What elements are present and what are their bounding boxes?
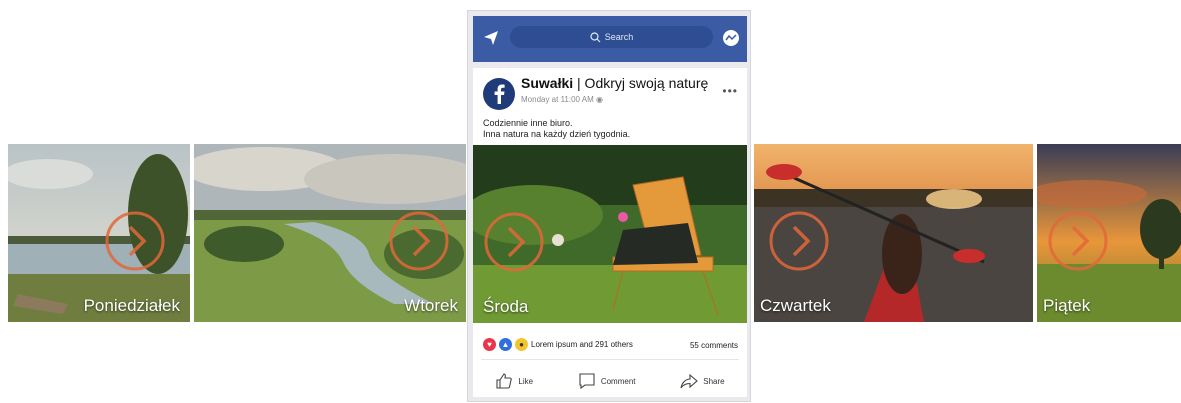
facebook-header: Search <box>473 16 747 62</box>
facebook-post-mockup: Search Suwałki | Odkryj swoją naturę Mon… <box>467 10 751 402</box>
search-input[interactable]: Search <box>510 26 713 48</box>
love-reaction-icon: ♥ <box>483 338 496 351</box>
globe-icon: ◉ <box>596 95 604 104</box>
comment-label: Comment <box>600 376 636 386</box>
send-icon[interactable] <box>483 30 499 46</box>
day-label: Poniedziałek <box>83 296 180 315</box>
like-button[interactable]: Like <box>495 372 533 390</box>
day-tile-thursday[interactable]: Czwartek <box>754 144 1033 322</box>
reactions-text: Lorem ipsum and 291 others <box>531 340 633 349</box>
search-placeholder: Search <box>604 32 634 42</box>
day-tile-wednesday[interactable]: Środa <box>473 145 747 323</box>
post-timestamp: Monday at 11:00 AM ◉ <box>521 95 603 104</box>
like-label: Like <box>518 376 534 386</box>
page-name[interactable]: Suwałki | Odkryj swoją naturę <box>521 75 708 91</box>
divider <box>481 359 739 360</box>
share-button[interactable]: Share <box>680 372 725 390</box>
timestamp-text: Monday at 11:00 AM <box>521 95 594 104</box>
day-tile-friday[interactable]: Piątek <box>1037 144 1181 322</box>
day-tile-monday[interactable]: Poniedziałek <box>8 144 190 322</box>
post-caption: Codziennie inne biuro. Inna natura na ka… <box>483 118 630 140</box>
day-label: Środa <box>483 297 529 316</box>
comments-count[interactable]: 55 comments <box>690 341 738 350</box>
play-icon[interactable] <box>1047 210 1109 272</box>
caption-line: Inna natura na każdy dzień tygodnia. <box>483 129 631 139</box>
day-label: Czwartek <box>760 296 831 315</box>
day-label: Piątek <box>1043 296 1091 315</box>
messenger-icon[interactable] <box>722 29 740 47</box>
day-tile-tuesday[interactable]: Wtorek <box>194 144 466 322</box>
caption-line: Codziennie inne biuro. <box>483 118 573 128</box>
share-icon <box>680 373 699 389</box>
share-label: Share <box>703 376 725 386</box>
day-label: Wtorek <box>404 296 458 315</box>
search-icon <box>590 31 601 42</box>
play-icon[interactable] <box>768 210 830 272</box>
play-icon[interactable] <box>483 211 545 273</box>
reactions-summary[interactable]: ♥ ▲ ● Lorem ipsum and 291 others <box>483 338 633 351</box>
comment-icon <box>579 373 595 390</box>
thumbs-up-icon <box>496 373 513 389</box>
play-icon[interactable] <box>388 210 450 272</box>
wow-reaction-icon: ● <box>515 338 528 351</box>
page-name-rest: | Odkryj swoją naturę <box>573 75 709 91</box>
post-card: Suwałki | Odkryj swoją naturę Monday at … <box>473 68 747 397</box>
more-options-icon[interactable]: ••• <box>722 84 738 98</box>
page-name-bold: Suwałki <box>521 75 574 91</box>
post-actions: Like Comment Share <box>473 368 747 394</box>
play-icon[interactable] <box>104 210 166 272</box>
facebook-logo-icon[interactable] <box>483 78 515 110</box>
comment-button[interactable]: Comment <box>578 372 636 390</box>
like-reaction-icon: ▲ <box>499 338 512 351</box>
